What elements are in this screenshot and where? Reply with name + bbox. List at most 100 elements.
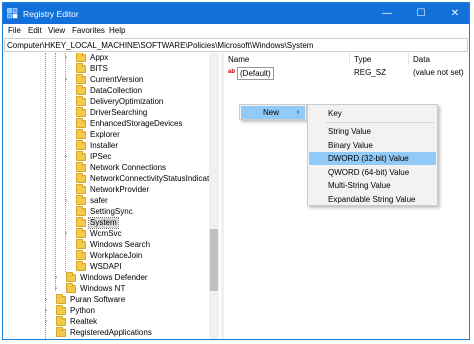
folder-icon (76, 206, 86, 216)
submenu-item-string-value[interactable]: String Value (309, 125, 436, 138)
title-bar[interactable]: Registry Editor — ☐ ✕ (3, 3, 469, 24)
folder-icon (56, 294, 66, 304)
tree-guide-line (55, 53, 56, 291)
menu-help[interactable]: Help (109, 26, 125, 35)
folder-icon (76, 261, 86, 271)
address-bar[interactable]: Computer\HKEY_LOCAL_MACHINE\SOFTWARE\Pol… (4, 38, 468, 52)
expand-icon[interactable]: › (55, 285, 62, 294)
tree-item-label: Network Connections (90, 163, 167, 172)
value-name: (Default) (237, 67, 274, 80)
tree-item-label: Python (70, 306, 95, 315)
folder-icon (76, 63, 86, 73)
expand-icon[interactable]: › (45, 318, 52, 327)
folder-icon (56, 316, 66, 326)
menu-bar: File Edit View Favorites Help (3, 24, 469, 38)
folder-icon (56, 327, 66, 337)
tree-item-label: IPSec (90, 152, 112, 161)
expand-icon[interactable]: › (55, 274, 62, 283)
folder-icon (76, 96, 86, 106)
submenu-arrow-icon: › (296, 109, 299, 116)
folder-icon (76, 250, 86, 260)
folder-icon (66, 283, 76, 293)
expand-icon[interactable]: › (65, 230, 72, 239)
tree-item-label: WSDAPI (90, 262, 122, 271)
tree-item-label: WcmSvc (90, 229, 122, 238)
folder-icon (76, 184, 86, 194)
tree-item-label: DriverSearching (90, 108, 148, 117)
column-header-name[interactable]: Name (228, 55, 249, 64)
folder-icon (66, 272, 76, 282)
expand-icon[interactable]: › (65, 153, 72, 162)
submenu-item-label: String Value (328, 127, 371, 136)
folder-icon (76, 129, 86, 139)
tree-item-label: Puran Software (70, 295, 126, 304)
expand-icon[interactable]: › (45, 296, 52, 305)
tree-item-label: Installer (90, 141, 119, 150)
string-value-icon: ab (228, 69, 236, 75)
submenu-item-label: DWORD (32-bit) Value (328, 154, 409, 163)
submenu-item-label: Expandable String Value (328, 195, 416, 204)
column-divider[interactable] (349, 53, 350, 65)
registry-editor-window: Registry Editor — ☐ ✕ File Edit View Fav… (2, 2, 470, 340)
registry-tree[interactable]: › Appx BITS › CurrentVersion DataCollect… (3, 53, 220, 339)
context-menu-new[interactable]: New › (241, 106, 305, 119)
folder-icon (76, 85, 86, 95)
folder-icon (76, 107, 86, 117)
folder-icon (76, 162, 86, 172)
tree-item-label: Windows Defender (80, 273, 148, 282)
submenu-item-binary-value[interactable]: Binary Value (309, 139, 436, 152)
menu-favorites[interactable]: Favorites (72, 26, 105, 35)
context-menu: New › (239, 104, 307, 120)
column-divider[interactable] (408, 53, 409, 65)
folder-icon (76, 53, 86, 62)
column-header-type[interactable]: Type (354, 55, 371, 64)
submenu-item-label: Multi-String Value (328, 181, 391, 190)
folder-icon (76, 74, 86, 84)
window-title: Registry Editor (23, 9, 79, 19)
tree-item-label: Explorer (90, 130, 120, 139)
folder-icon (76, 140, 86, 150)
tree-item-label: EnhancedStorageDevices (90, 119, 183, 128)
scrollbar-thumb[interactable] (210, 229, 218, 291)
tree-scrollbar[interactable] (209, 53, 219, 339)
expand-icon[interactable]: › (65, 76, 72, 85)
menu-separator (326, 122, 434, 123)
expand-icon[interactable]: › (65, 54, 72, 63)
tree-item-label: Windows Search (90, 240, 151, 249)
folder-icon (76, 239, 86, 249)
folder-icon (76, 195, 86, 205)
submenu-item-expandable-string-value[interactable]: Expandable String Value (309, 193, 436, 206)
folder-icon (56, 305, 66, 315)
tree-item-label: safer (90, 196, 108, 205)
menu-file[interactable]: File (8, 26, 21, 35)
column-header-data[interactable]: Data (413, 55, 430, 64)
minimize-button[interactable]: — (371, 3, 403, 24)
expand-icon[interactable]: › (45, 307, 52, 316)
tree-item-label: DataCollection (90, 86, 143, 95)
close-button[interactable]: ✕ (439, 3, 469, 24)
tree-guide-line (65, 53, 66, 272)
menu-view[interactable]: View (48, 26, 65, 35)
expand-icon[interactable]: › (65, 197, 72, 206)
tree-item-label: WorkplaceJoin (90, 251, 143, 260)
submenu-item-dword-value[interactable]: DWORD (32-bit) Value (309, 152, 436, 165)
submenu-item-multi-string-value[interactable]: Multi-String Value (309, 179, 436, 192)
address-path[interactable]: Computer\HKEY_LOCAL_MACHINE\SOFTWARE\Pol… (7, 41, 313, 50)
folder-icon (76, 118, 86, 128)
folder-icon (76, 217, 86, 227)
new-submenu: Key String Value Binary Value DWORD (32-… (307, 104, 438, 206)
submenu-item-key[interactable]: Key (309, 107, 436, 120)
tree-item-label: Realtek (70, 317, 98, 326)
folder-icon (76, 151, 86, 161)
tree-item-label: RegisteredApplications (70, 328, 152, 337)
tree-item-label: SettingSync (90, 207, 133, 216)
maximize-button[interactable]: ☐ (405, 3, 437, 24)
folder-icon (76, 173, 86, 183)
folder-icon (76, 228, 86, 238)
tree-item-label: DeliveryOptimization (90, 97, 164, 106)
tree-item-label: NetworkConnectivityStatusIndicator (90, 174, 217, 183)
submenu-item-qword-value[interactable]: QWORD (64-bit) Value (309, 166, 436, 179)
value-row[interactable]: ab (Default) REG_SZ (value not set) (224, 67, 469, 80)
menu-edit[interactable]: Edit (28, 26, 42, 35)
tree-item-label: Windows NT (80, 284, 126, 293)
